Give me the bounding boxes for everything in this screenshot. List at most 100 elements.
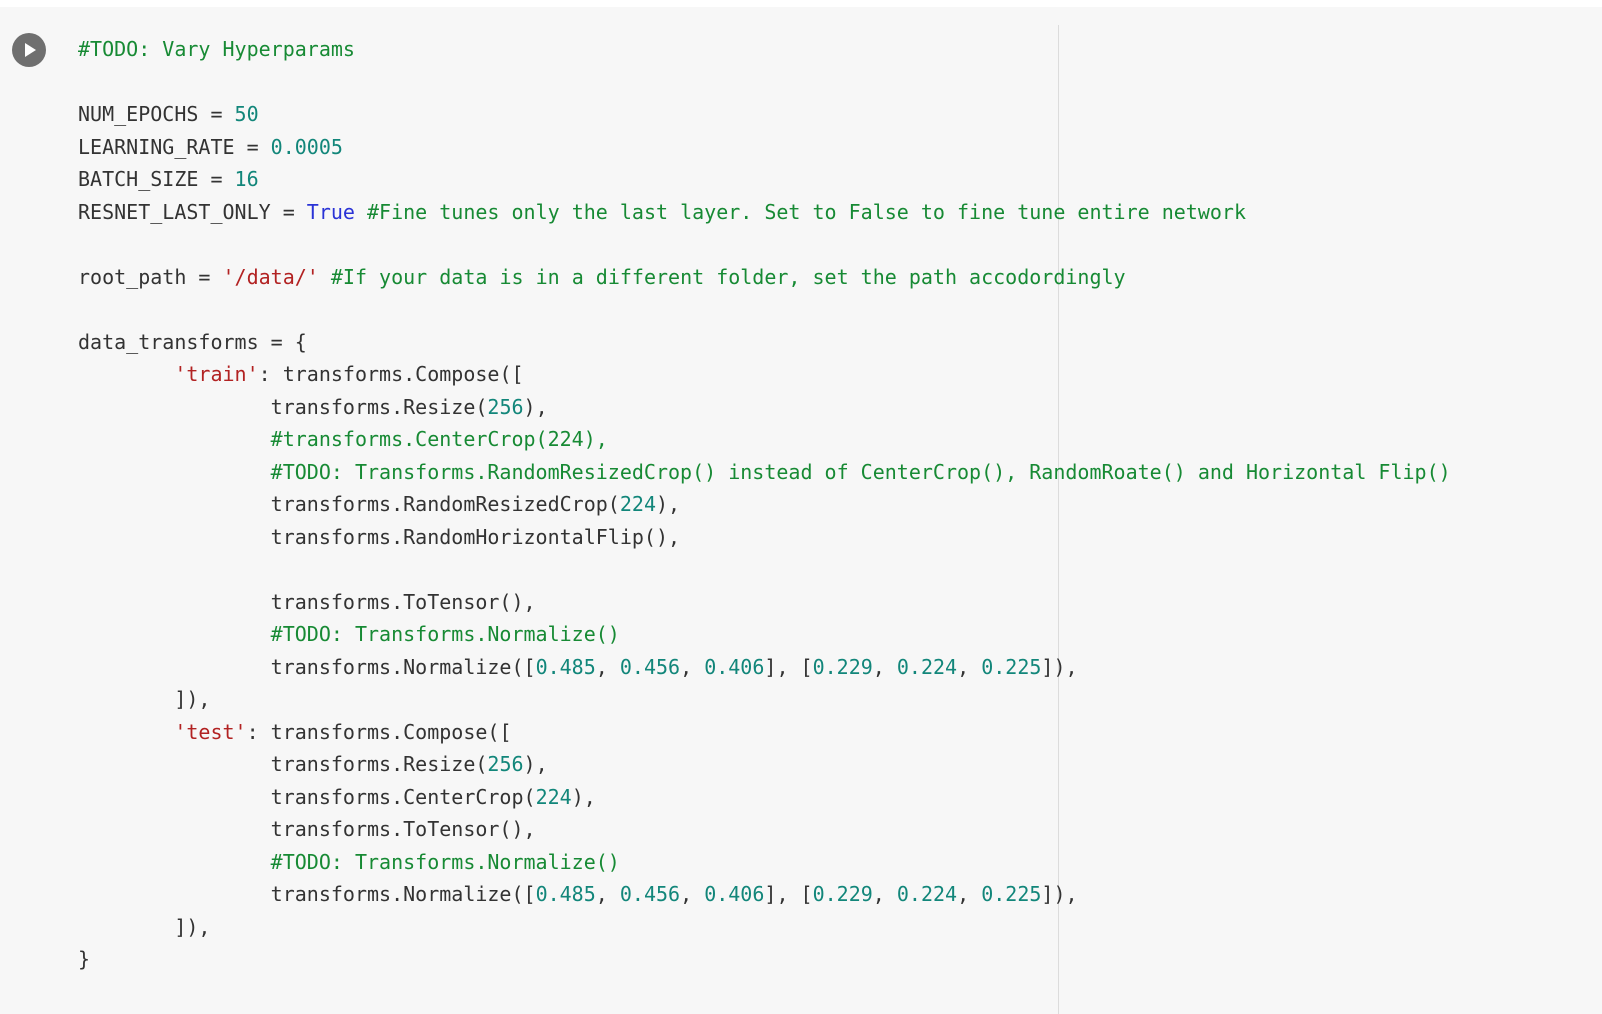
- code-line: ]),: [78, 687, 210, 711]
- code-token-plain: : transforms.Compose([: [246, 719, 512, 744]
- code-token-plain: NUM_EPOCHS =: [78, 102, 235, 126]
- code-token-plain: ),: [523, 752, 548, 776]
- code-token-plain: LEARNING_RATE =: [78, 134, 271, 159]
- code-token-number: 0.456: [619, 882, 681, 906]
- code-line: data_transforms = {: [78, 330, 307, 354]
- code-line: LEARNING_RATE = 0.0005: [78, 135, 343, 159]
- code-token-plain: transforms.CenterCrop(: [78, 784, 536, 809]
- code-token-plain: ,: [680, 882, 705, 906]
- code-line: transforms.Resize(256),: [78, 395, 548, 419]
- code-token-comment: #TODO: Vary Hyperparams: [78, 37, 355, 61]
- code-token-plain: transforms.RandomHorizontalFlip(),: [78, 524, 681, 549]
- code-line: #TODO: Transforms.Normalize(): [78, 622, 620, 646]
- code-line: 'train': transforms.Compose([: [78, 362, 524, 386]
- code-line: transforms.CenterCrop(224),: [78, 785, 596, 809]
- code-token-comment: #If your data is in a different folder, …: [330, 264, 1126, 289]
- play-icon: [25, 43, 36, 57]
- code-token-plain: ),: [571, 784, 596, 809]
- code-token-plain: transforms.Resize(: [78, 394, 488, 419]
- code-line: #TODO: Transforms.Normalize(): [78, 850, 620, 874]
- code-token-plain: ,: [595, 882, 620, 906]
- code-line: transforms.ToTensor(),: [78, 590, 536, 614]
- code-token-plain: ),: [523, 394, 548, 419]
- code-token-number: 0.406: [704, 882, 765, 906]
- code-line: transforms.Normalize([0.485, 0.456, 0.40…: [78, 655, 1078, 679]
- code-line: ]),: [78, 915, 210, 939]
- code-token-plain: transforms.RandomResizedCrop(: [78, 492, 620, 516]
- code-token-plain: BATCH_SIZE =: [78, 167, 235, 191]
- code-line: transforms.ToTensor(),: [78, 817, 536, 841]
- code-line: RESNET_LAST_ONLY = True #Fine tunes only…: [78, 200, 1246, 224]
- code-line: NUM_EPOCHS = 50: [78, 102, 259, 126]
- code-line: transforms.Resize(256),: [78, 752, 548, 776]
- code-line: transforms.RandomHorizontalFlip(),: [78, 525, 680, 549]
- code-token-number: 0.485: [535, 882, 596, 906]
- run-cell-button[interactable]: [12, 33, 46, 67]
- line-length-ruler: [1058, 25, 1059, 1014]
- code-token-plain: ]),: [78, 914, 211, 939]
- code-token-number: 0.406: [704, 654, 765, 679]
- code-token-number: 224: [535, 784, 572, 809]
- code-token-comment: #transforms.CenterCrop(224),: [270, 427, 608, 451]
- code-line: #transforms.CenterCrop(224),: [78, 427, 608, 451]
- code-token-number: 0.0005: [270, 134, 343, 159]
- code-token-plain: }: [78, 947, 91, 971]
- code-token-number: 0.229: [812, 882, 873, 906]
- code-token-plain: transforms.Resize(: [78, 752, 488, 776]
- code-token-plain: ),: [655, 492, 681, 516]
- code-token-plain: ]),: [1041, 654, 1078, 679]
- code-token-number: 0.225: [981, 654, 1042, 679]
- code-token-plain: ,: [872, 654, 897, 679]
- code-token-plain: transforms.Normalize([: [78, 882, 536, 906]
- code-token-plain: ]),: [1041, 882, 1078, 906]
- code-token-string: 'train': [174, 362, 259, 386]
- code-token-number: 256: [487, 752, 524, 776]
- code-token-plain: ]),: [78, 687, 211, 711]
- code-token-number: 0.224: [896, 654, 958, 679]
- code-token-number: 16: [234, 167, 259, 191]
- code-token-plain: RESNET_LAST_ONLY =: [78, 199, 307, 224]
- code-token-plain: : transforms.Compose([: [258, 362, 524, 386]
- code-token-plain: ,: [957, 654, 982, 679]
- code-token-plain: transforms.ToTensor(),: [78, 817, 536, 841]
- code-cell[interactable]: #TODO: Vary Hyperparams NUM_EPOCHS = 50 LE…: [0, 7, 1602, 1014]
- code-token-comment: #TODO: Transforms.RandomResizedCrop() in…: [270, 459, 1451, 484]
- code-token-plain: ,: [595, 654, 620, 679]
- code-token-plain: ,: [872, 882, 897, 906]
- code-token-number: 0.456: [619, 654, 681, 679]
- code-line: root_path = '/data/' #If your data is in…: [78, 265, 1126, 289]
- code-token-plain: ,: [680, 654, 705, 679]
- code-token-plain: ], [: [764, 654, 813, 679]
- code-token-string: 'test': [174, 719, 247, 744]
- code-token-number: 256: [487, 394, 524, 419]
- code-line: transforms.Normalize([0.485, 0.456, 0.40…: [78, 882, 1078, 906]
- code-token-number: 0.225: [981, 882, 1042, 906]
- code-token-plain: data_transforms = {: [78, 329, 307, 354]
- code-token-comment: #TODO: Transforms.Normalize(): [270, 849, 620, 874]
- code-line: transforms.RandomResizedCrop(224),: [78, 492, 680, 516]
- code-token-comment: #TODO: Transforms.Normalize(): [270, 622, 620, 646]
- code-token-number: 224: [619, 492, 656, 516]
- code-token-plain: root_path =: [78, 264, 223, 289]
- code-line: #TODO: Vary Hyperparams: [78, 37, 355, 61]
- code-token-plain: transforms.ToTensor(),: [78, 589, 536, 614]
- code-line: }: [78, 947, 90, 971]
- code-token-plain: ], [: [764, 882, 813, 906]
- code-line: 'test': transforms.Compose([: [78, 720, 511, 744]
- code-token-plain: ,: [957, 882, 982, 906]
- code-token-comment: #Fine tunes only the last layer. Set to …: [367, 199, 1246, 224]
- code-token-number: 50: [234, 102, 259, 126]
- code-line: BATCH_SIZE = 16: [78, 167, 259, 191]
- code-token-number: 0.485: [535, 654, 596, 679]
- code-token-string: '/data/': [222, 264, 319, 289]
- code-token-plain: transforms.Normalize([: [78, 654, 536, 679]
- code-line: #TODO: Transforms.RandomResizedCrop() in…: [78, 460, 1451, 484]
